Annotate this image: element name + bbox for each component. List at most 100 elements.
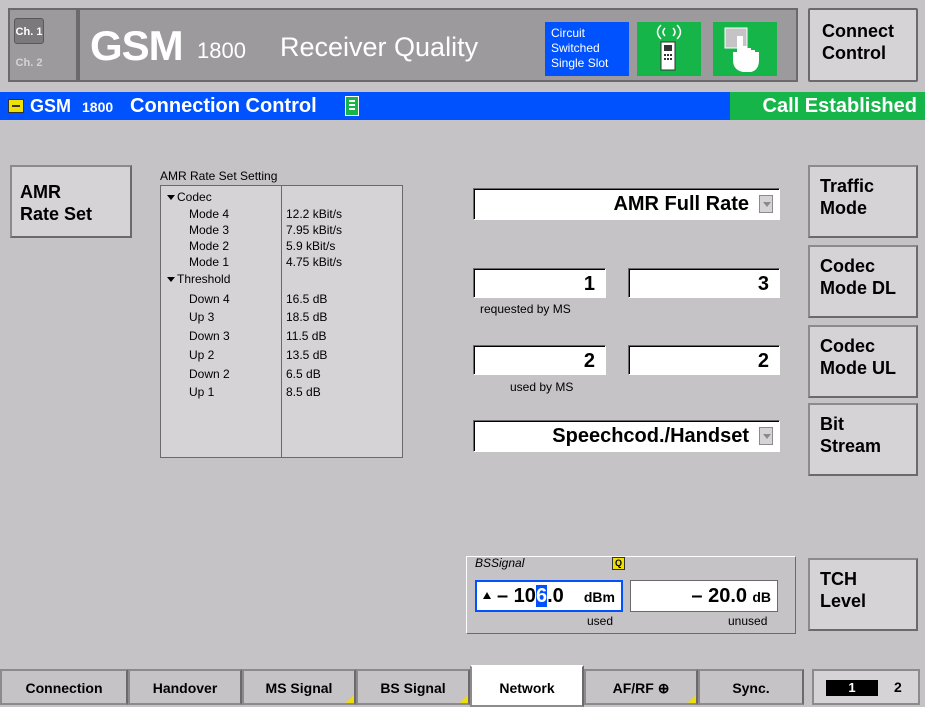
threshold-group-label: Threshold bbox=[177, 272, 231, 286]
bs-used-suffix: .0 bbox=[547, 585, 564, 607]
bs-unused-value: – 20.0 bbox=[691, 585, 747, 607]
dropdown-arrow-icon[interactable] bbox=[759, 427, 773, 445]
codec-ul-used-field[interactable]: 2 bbox=[473, 345, 606, 375]
tab-handover[interactable]: Handover bbox=[128, 669, 242, 705]
table-row: Down 4 16.5 dB bbox=[161, 292, 404, 307]
amr-rate-set-table[interactable]: Codec Mode 4 12.2 kBit/s Mode 3 7.95 kBit/… bbox=[160, 185, 403, 458]
tab-label: Handover bbox=[152, 680, 218, 696]
table-row: Mode 1 4.75 kBit/s bbox=[161, 255, 404, 270]
button-line-1: Bit bbox=[820, 414, 844, 434]
tab-label: Connection bbox=[25, 680, 103, 696]
amr-button-line-2: Rate Set bbox=[20, 204, 93, 224]
table-row: Mode 4 12.2 kBit/s bbox=[161, 207, 404, 222]
collapse-triangle-icon[interactable] bbox=[167, 277, 175, 283]
bs-signal-label: BSSignal bbox=[475, 556, 525, 570]
tab-label: BS Signal bbox=[380, 680, 446, 696]
tab-ms-signal[interactable]: MS Signal bbox=[242, 669, 356, 705]
codec-dl-requested-field[interactable]: 1 bbox=[473, 268, 606, 298]
row-value: 4.75 kBit/s bbox=[286, 255, 343, 269]
q-marker-icon: Q bbox=[612, 557, 625, 570]
status-line-2: Switched bbox=[551, 41, 600, 55]
codec-dl-right-field[interactable]: 3 bbox=[628, 268, 780, 298]
traffic-mode-button[interactable]: Traffic Mode bbox=[808, 165, 918, 238]
hand-pointer-icon bbox=[713, 22, 777, 76]
button-line-1: Codec bbox=[820, 336, 876, 356]
codec-mode-dl-button[interactable]: Codec Mode DL bbox=[808, 245, 918, 318]
title-band: 1800 bbox=[197, 38, 246, 63]
connect-control-button[interactable]: Connect Control bbox=[808, 8, 918, 82]
dropdown-arrow-icon[interactable] bbox=[759, 195, 773, 213]
softkey-corner-marker bbox=[688, 695, 696, 703]
tab-label: Sync. bbox=[732, 680, 770, 696]
channel-2-button[interactable]: Ch. 2 bbox=[14, 50, 44, 76]
mobile-phone-icon bbox=[637, 22, 701, 76]
status-line-1: Circuit bbox=[551, 26, 586, 40]
table-row: Up 2 13.5 dB bbox=[161, 348, 404, 363]
row-name: Mode 1 bbox=[189, 255, 230, 269]
button-line-2: Stream bbox=[820, 436, 882, 456]
codec-group-row[interactable]: Codec bbox=[161, 190, 404, 205]
table-row: Mode 3 7.95 kBit/s bbox=[161, 223, 404, 238]
tab-af-rf[interactable]: AF/RF ⊕ bbox=[584, 669, 698, 705]
page-2-indicator[interactable]: 2 bbox=[894, 679, 902, 695]
collapse-triangle-icon[interactable] bbox=[167, 195, 175, 201]
minimize-icon[interactable] bbox=[8, 99, 24, 113]
table-row: Down 3 11.5 dB bbox=[161, 329, 404, 344]
bs-used-value: – 106.0 bbox=[497, 582, 564, 610]
title-app: Receiver Quality bbox=[280, 32, 479, 62]
tab-sync[interactable]: Sync. bbox=[698, 669, 804, 705]
bs-used-unit: dBm bbox=[583, 589, 615, 605]
table-row: Up 1 8.5 dB bbox=[161, 385, 404, 400]
requested-by-ms-label: requested by MS bbox=[480, 302, 571, 316]
bottom-tab-bar: Connection Handover MS Signal BS Signal … bbox=[0, 665, 925, 707]
row-value: 7.95 kBit/s bbox=[286, 223, 343, 237]
page-1-indicator[interactable]: 1 bbox=[826, 680, 878, 696]
panel-title-gsm: GSM bbox=[30, 96, 72, 116]
row-value: 13.5 dB bbox=[286, 348, 328, 362]
row-value: 11.5 dB bbox=[286, 329, 327, 343]
traffic-mode-value: AMR Full Rate bbox=[613, 193, 749, 215]
tab-label: Network bbox=[499, 680, 555, 696]
tab-connection[interactable]: Connection bbox=[0, 669, 128, 705]
connect-control-line-1: Connect bbox=[822, 21, 894, 41]
threshold-group-row[interactable]: Threshold bbox=[161, 272, 404, 287]
codec-ul-right-field[interactable]: 2 bbox=[628, 345, 780, 375]
row-value: 12.2 kBit/s bbox=[286, 207, 343, 221]
softkey-corner-marker bbox=[460, 695, 468, 703]
connection-status: Circuit Switched Single Slot bbox=[545, 22, 795, 76]
amr-rate-set-button[interactable]: AMR Rate Set bbox=[10, 165, 132, 238]
app-title-box: GSM 1800 Receiver Quality Circuit Switch… bbox=[78, 8, 798, 82]
row-value: 5.9 kBit/s bbox=[286, 239, 336, 253]
rf-connector-icon: ⊕ bbox=[657, 680, 670, 696]
table-row: Up 3 18.5 dB bbox=[161, 310, 404, 325]
tab-network[interactable]: Network bbox=[470, 665, 584, 707]
status-line-3: Single Slot bbox=[551, 56, 609, 70]
connect-control-line-2: Control bbox=[822, 43, 886, 63]
bs-unused-unit: dB bbox=[752, 589, 771, 605]
page-selector[interactable]: 1 2 bbox=[812, 669, 920, 705]
row-name: Mode 2 bbox=[189, 239, 230, 253]
tab-bs-signal[interactable]: BS Signal bbox=[356, 669, 470, 705]
traffic-mode-select[interactable]: AMR Full Rate bbox=[473, 188, 780, 220]
softkey-corner-marker bbox=[346, 695, 354, 703]
table-row: Down 2 6.5 dB bbox=[161, 367, 404, 382]
codec-mode-ul-button[interactable]: Codec Mode UL bbox=[808, 325, 918, 398]
tch-level-button[interactable]: TCH Level bbox=[808, 558, 918, 631]
tab-label: MS Signal bbox=[265, 680, 333, 696]
bs-signal-unused-field[interactable]: – 20.0 dB bbox=[630, 580, 778, 612]
bit-stream-select[interactable]: Speechcod./Handset bbox=[473, 420, 780, 452]
table-row: Mode 2 5.9 kBit/s bbox=[161, 239, 404, 254]
used-caption: used bbox=[587, 614, 614, 628]
row-name: Up 2 bbox=[189, 348, 215, 362]
button-line-2: Mode UL bbox=[820, 358, 896, 378]
row-name: Mode 4 bbox=[189, 207, 230, 221]
bit-stream-button[interactable]: Bit Stream bbox=[808, 403, 918, 476]
row-name: Up 3 bbox=[189, 310, 215, 324]
bs-signal-used-input[interactable]: – 106.0 dBm bbox=[475, 580, 623, 612]
button-line-2: Level bbox=[820, 591, 867, 611]
phone-status-icon bbox=[345, 96, 359, 116]
button-line-2: Mode bbox=[820, 198, 867, 218]
channel-1-button[interactable]: Ch. 1 bbox=[14, 18, 44, 44]
tab-label: AF/RF bbox=[612, 680, 654, 696]
panel-title-bar: GSM 1800 Connection Control Call Establi… bbox=[0, 92, 925, 120]
